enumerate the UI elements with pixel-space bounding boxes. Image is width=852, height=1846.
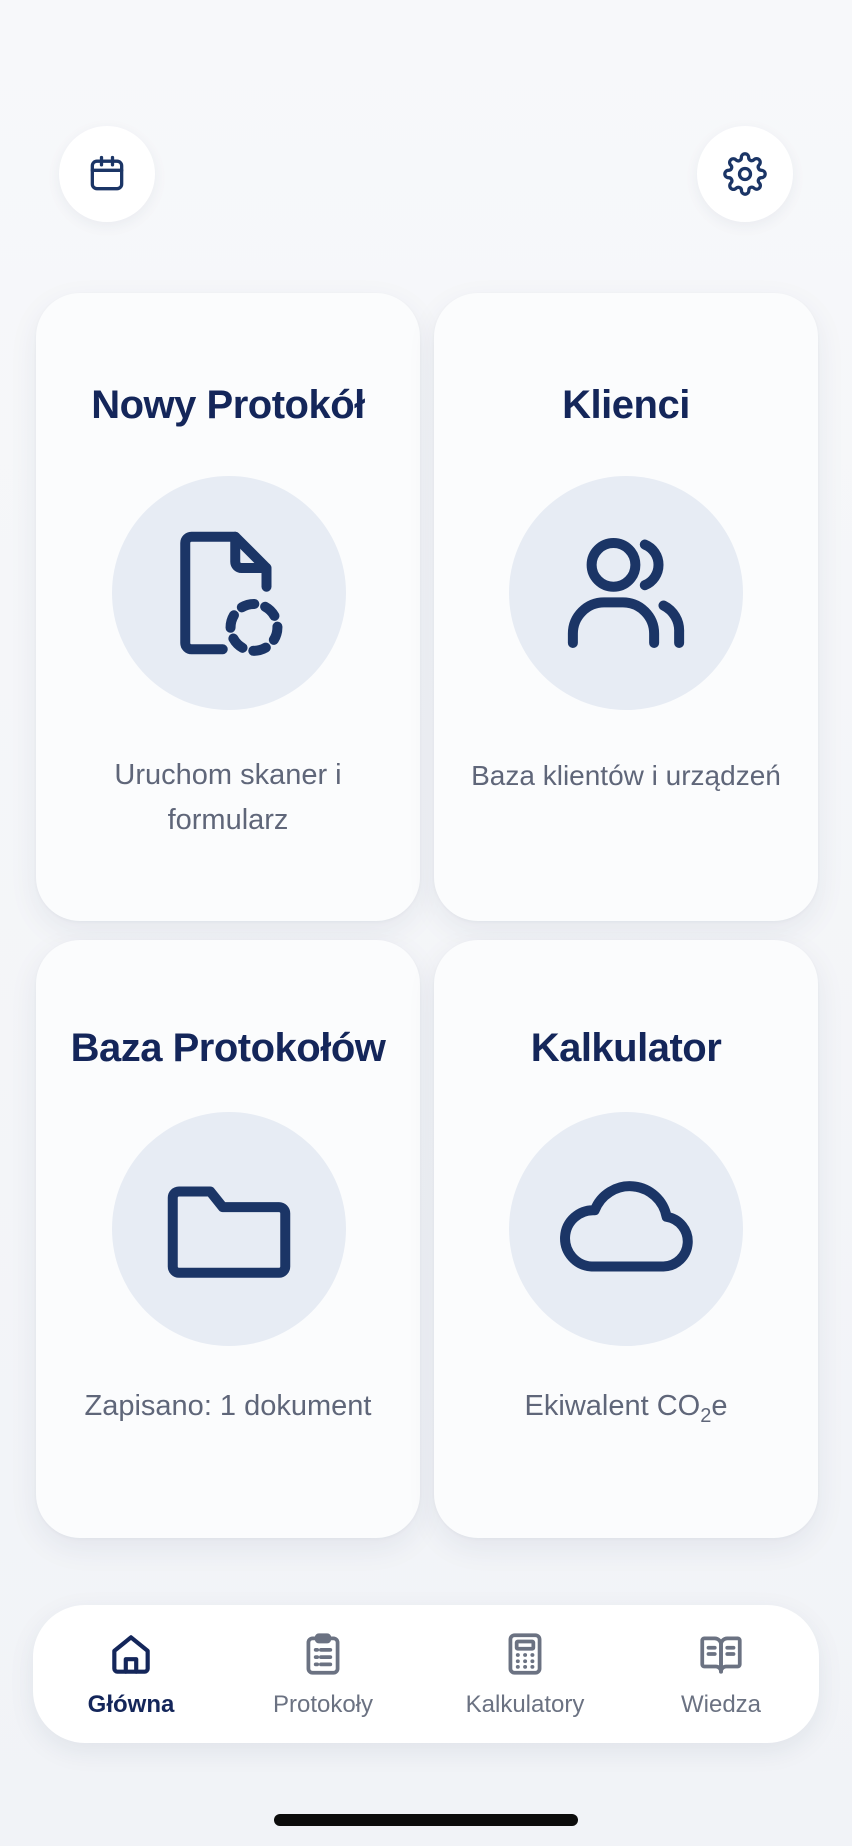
bottom-tab-bar: Główna Protokoły Kalkulatory Wiedza <box>33 1605 819 1743</box>
tab-label: Protokoły <box>272 1691 374 1718</box>
card-clients[interactable]: Klienci Baza klientów i urządzeń <box>434 293 818 921</box>
users-icon <box>567 538 685 648</box>
card-subtitle: Zapisano: 1 dokument <box>84 1390 372 1422</box>
icon-circle <box>509 1112 743 1346</box>
card-subtitle: Uruchom skaner i formularz <box>114 759 342 836</box>
tab-protocols[interactable]: Protokoły <box>225 1605 421 1743</box>
document-scan-icon <box>180 531 283 656</box>
calendar-icon <box>90 155 124 191</box>
card-subtitle: Ekiwalent CO2e <box>454 1384 798 1439</box>
home-screen: Nowy Protokół Uruchom skaner i formularz… <box>0 0 852 1846</box>
settings-button[interactable] <box>697 126 793 222</box>
gear-icon <box>723 152 767 196</box>
card-calculator[interactable]: Kalkulator Ekiwalent CO2e <box>434 940 818 1538</box>
book-icon <box>700 1636 742 1674</box>
tab-label: Wiedza <box>680 1691 762 1718</box>
calculator-icon <box>508 1633 542 1675</box>
card-title: Nowy Protokół <box>91 383 365 427</box>
tab-calculators[interactable]: Kalkulatory <box>427 1605 623 1743</box>
home-icon <box>112 1635 150 1674</box>
icon-circle <box>509 476 743 710</box>
tab-home[interactable]: Główna <box>33 1605 229 1743</box>
card-title: Klienci <box>562 383 690 427</box>
tab-knowledge[interactable]: Wiedza <box>623 1605 819 1743</box>
co2-suffix: e <box>711 1390 728 1422</box>
co2-prefix: Ekiwalent CO <box>524 1390 701 1422</box>
icon-circle <box>112 476 346 710</box>
tab-label: Kalkulatory <box>465 1691 585 1718</box>
clipboard-icon <box>306 1633 340 1675</box>
card-title: Baza Protokołów <box>70 1026 386 1070</box>
calendar-button[interactable] <box>59 126 155 222</box>
folder-icon <box>167 1186 291 1278</box>
card-subtitle: Baza klientów i urządzeń <box>471 760 781 791</box>
card-new-protocol[interactable]: Nowy Protokół Uruchom skaner i formularz <box>36 293 420 921</box>
tab-label: Główna <box>87 1691 175 1718</box>
co2-subscript: 2 <box>700 1404 712 1427</box>
icon-circle <box>112 1112 346 1346</box>
card-title: Kalkulator <box>530 1026 722 1070</box>
home-indicator[interactable] <box>274 1814 578 1826</box>
cloud-icon <box>560 1181 693 1272</box>
card-protocol-database[interactable]: Baza Protokołów Zapisano: 1 dokument <box>36 940 420 1538</box>
